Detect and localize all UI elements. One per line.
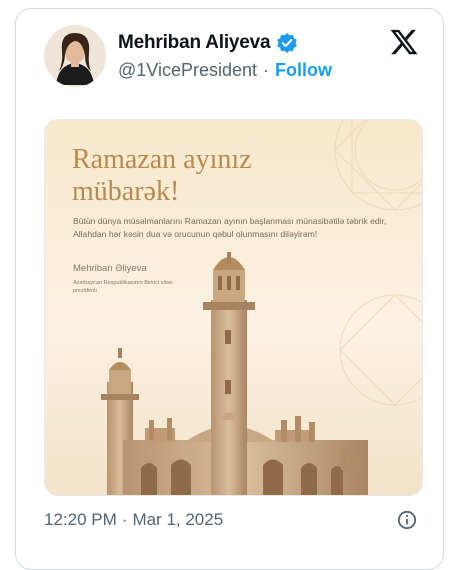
- poster-signature: Mehriban Əliyeva: [73, 263, 147, 274]
- follow-button[interactable]: Follow: [275, 60, 332, 81]
- poster-role: Azərbaycan Respublikasının Birinci vitse…: [73, 280, 174, 294]
- author-name-row: Mehriban Aliyeva: [118, 32, 298, 54]
- post-timestamp[interactable]: 12:20 PM · Mar 1, 2025: [44, 510, 223, 530]
- x-logo-icon[interactable]: [389, 27, 419, 57]
- post-time: 12:20 PM: [44, 510, 117, 529]
- separator-dot: ·: [263, 60, 270, 80]
- info-icon[interactable]: [397, 510, 417, 530]
- verified-badge-icon: [276, 32, 298, 54]
- avatar[interactable]: [44, 25, 106, 87]
- poster-body-text: Bütün dünya müsəlmanlarını Ramazan ayını…: [73, 216, 387, 239]
- author-name[interactable]: Mehriban Aliyeva: [118, 32, 271, 54]
- author-handle[interactable]: @1VicePresident: [118, 60, 257, 81]
- poster-title: Ramazan ayınız mübarək!: [72, 144, 252, 207]
- timestamp-dot: ·: [121, 510, 128, 529]
- handle-row: @1VicePresident · Follow: [118, 60, 332, 81]
- post-date: Mar 1, 2025: [132, 510, 224, 529]
- post-image[interactable]: Ramazan ayınız mübarək! Bütün dünya müsə…: [44, 119, 423, 496]
